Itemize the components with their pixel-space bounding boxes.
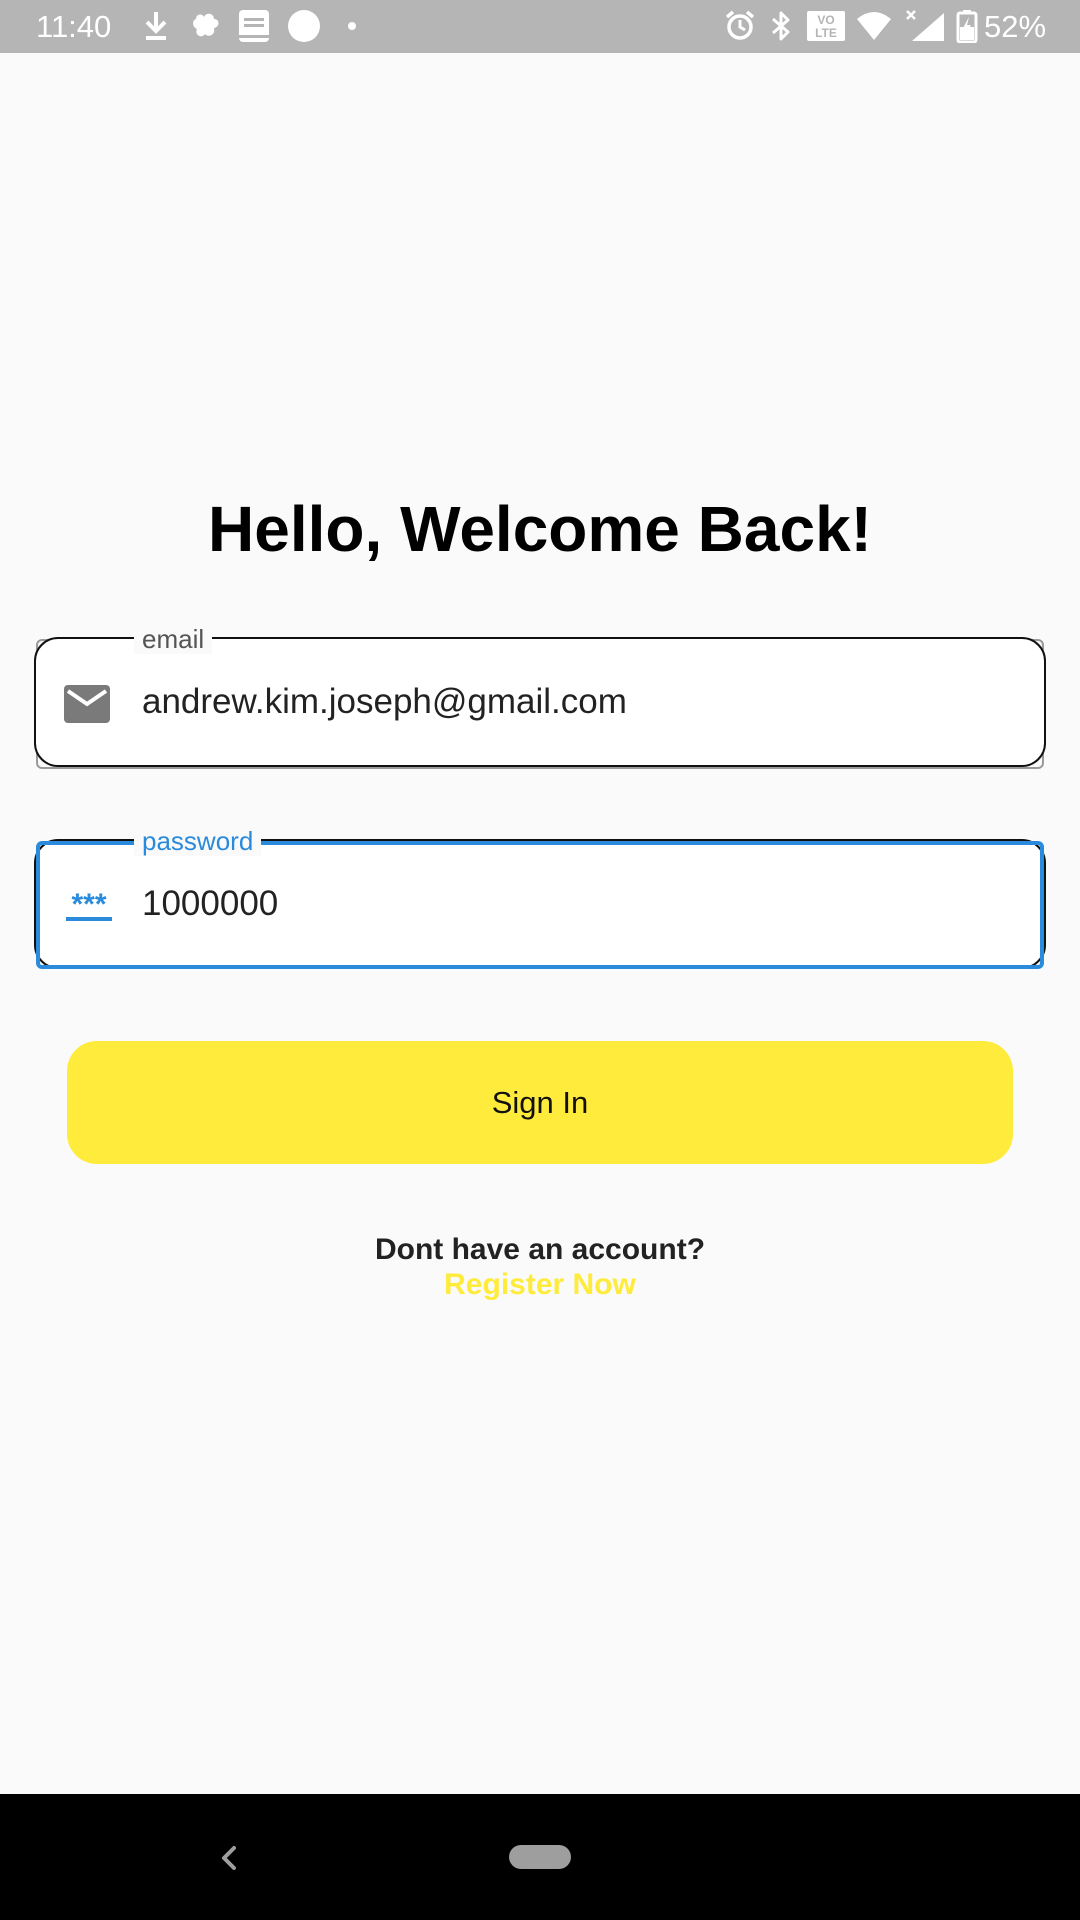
email-input-value[interactable]: andrew.kim.joseph@gmail.com (142, 681, 627, 723)
password-icon: *** (66, 890, 112, 921)
home-pill-icon[interactable] (509, 1845, 571, 1869)
battery-percentage: 52% (984, 9, 1047, 44)
mail-icon (64, 685, 110, 723)
svg-text:LTE: LTE (815, 26, 837, 40)
password-field-label: password (134, 826, 262, 856)
register-now-link[interactable]: Register Now (0, 1267, 1080, 1303)
alarm-icon (725, 10, 755, 40)
notification-app-icon (193, 13, 219, 37)
navigation-bar (0, 1794, 1080, 1920)
register-prompt: Dont have an account? (374, 1233, 706, 1266)
status-bar: 11:40 VO LTE 52% (0, 0, 1080, 53)
dot-icon (348, 22, 356, 30)
svg-text:***: *** (71, 890, 106, 921)
email-field-label: email (134, 624, 213, 654)
battery-charging-icon (956, 10, 978, 43)
page-title: Hello, Welcome Back! (208, 493, 872, 565)
wifi-icon (857, 12, 891, 40)
bluetooth-icon (772, 11, 790, 41)
status-time: 11:40 (36, 9, 112, 44)
circle-notification-icon (288, 10, 320, 42)
password-input-value[interactable]: 1000000 (142, 883, 278, 925)
sign-in-button[interactable]: Sign In (67, 1041, 1013, 1164)
bible-app-icon (239, 10, 269, 42)
svg-text:VO: VO (817, 13, 834, 27)
volte-icon: VO LTE (807, 11, 845, 41)
back-icon[interactable] (214, 1838, 244, 1878)
download-icon (145, 12, 167, 40)
cell-signal-icon (906, 10, 944, 41)
